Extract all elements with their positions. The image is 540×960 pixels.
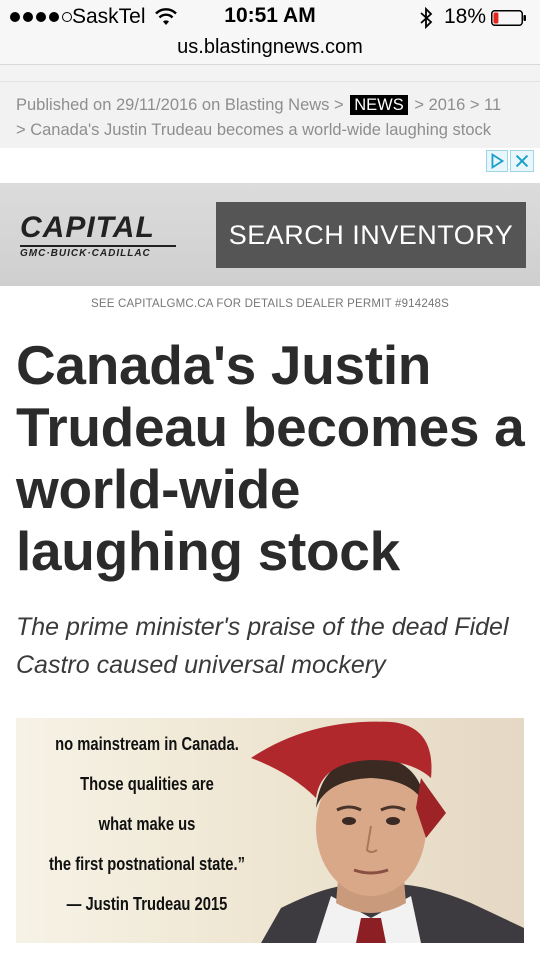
published-info: Published on 29/11/2016 on Blasting News… [16,96,344,114]
ad-banner[interactable]: CAPITAL GMC·BUICK·CADILLAC SEARCH INVENT… [0,183,540,286]
ad-logo: CAPITAL [20,211,155,244]
portrait-illustration [251,721,524,943]
battery-icon [491,10,526,26]
adchoices-icon[interactable] [486,150,508,172]
close-ad-icon[interactable] [510,150,534,172]
toolbar-divider [0,64,540,82]
url-text: us.blastingnews.com [177,36,363,58]
bluetooth-icon [420,7,433,29]
breadcrumb: Published on 29/11/2016 on Blasting News… [0,82,540,148]
ad-header [0,148,540,182]
breadcrumb-article: > Canada's Justin Trudeau becomes a worl… [16,121,492,139]
battery-percent: 18% [444,5,487,28]
article-hero-image[interactable]: no mainstream in Canada. Those qualities… [16,718,524,943]
search-inventory-button[interactable]: SEARCH INVENTORY [216,202,526,268]
breadcrumb-news-link[interactable]: NEWS [350,95,408,115]
breadcrumb-date-links[interactable]: > 2016 > 11 [414,96,501,114]
address-bar[interactable]: us.blastingnews.com [0,34,540,64]
status-bar: SaskTel 10:51 AM 18% [0,0,540,34]
ad-disclaimer: SEE CAPITALGMC.CA FOR DETAILS DEALER PER… [90,298,450,310]
article-subtitle: The prime minister's praise of the dead … [16,613,509,679]
article-title: Canada's Justin Trudeau becomes a world-… [16,334,525,582]
ad-logo-subtitle: GMC·BUICK·CADILLAC [20,245,176,259]
